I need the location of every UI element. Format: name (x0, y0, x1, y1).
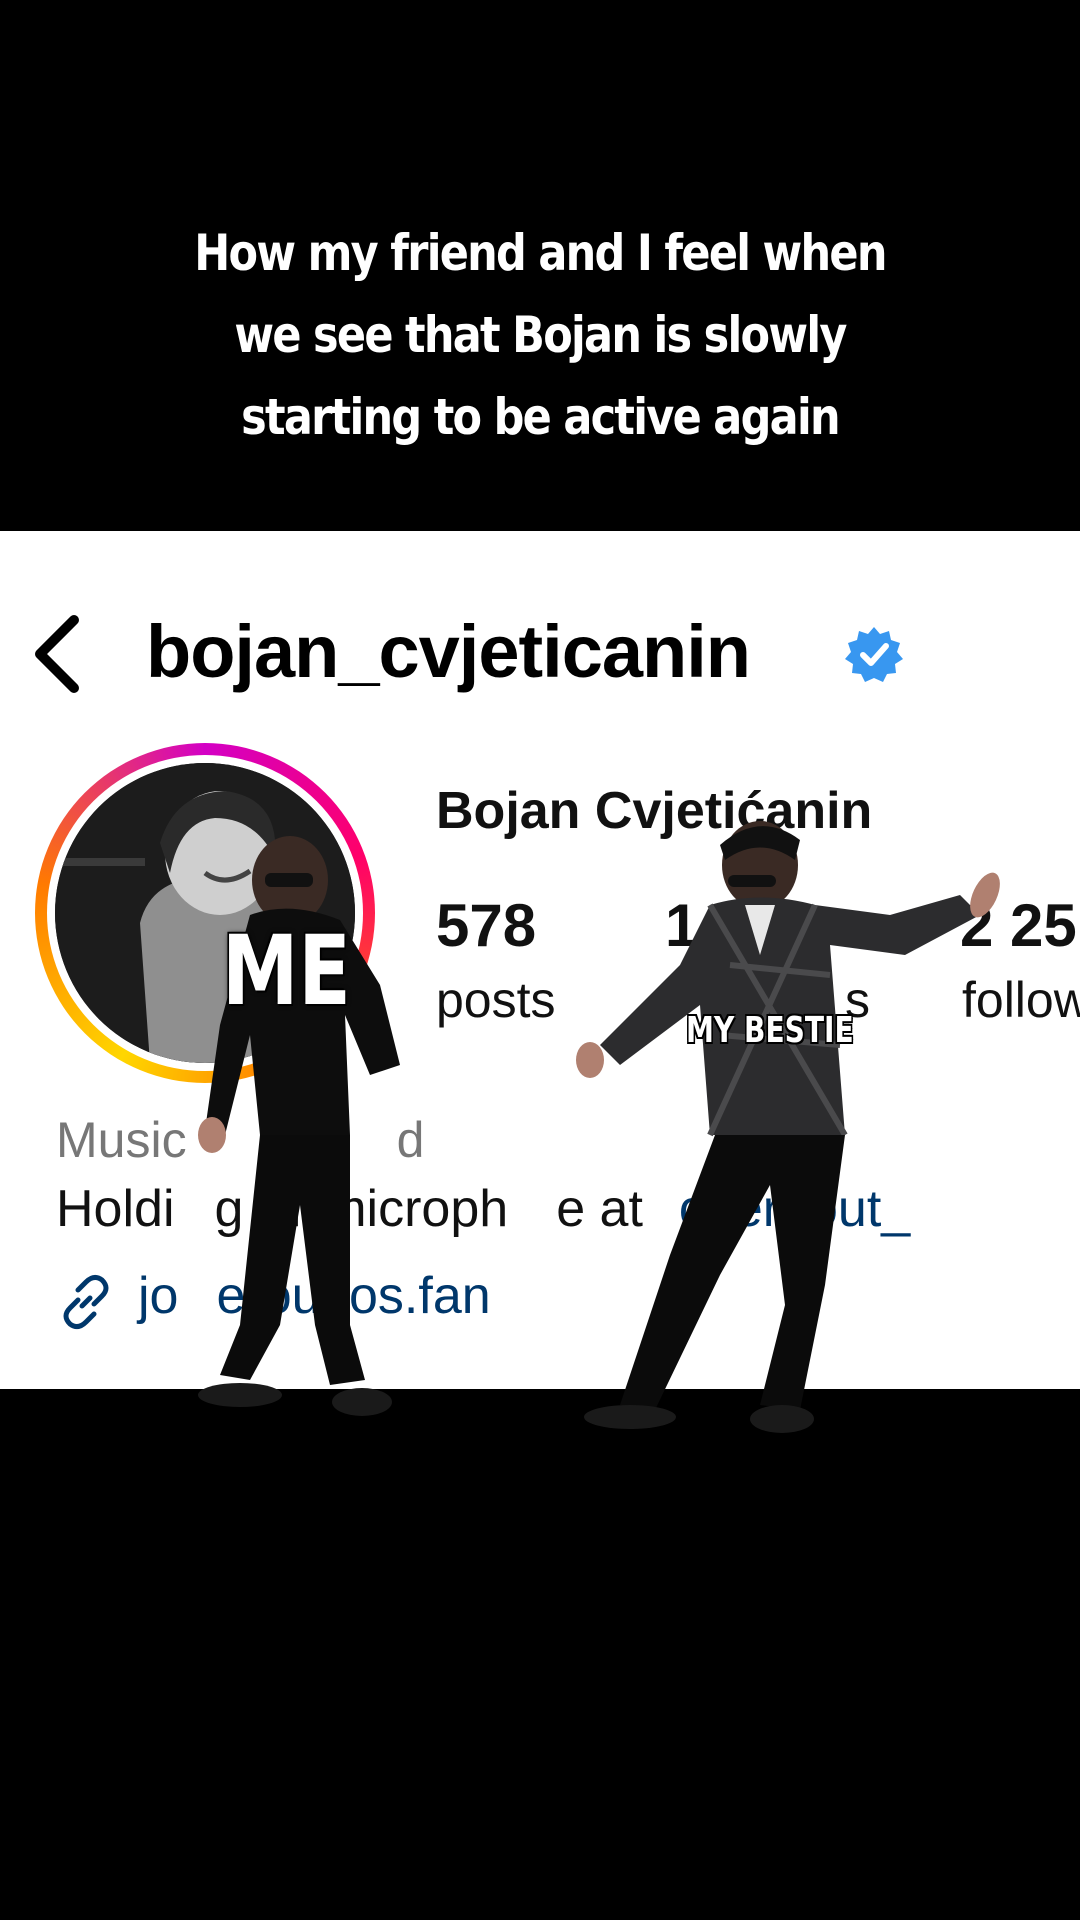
profile-username: bojan_cvjeticanin (146, 610, 751, 693)
dancer-bestie (576, 821, 1000, 1433)
caption-line-1: How my friend and I feel when (194, 224, 887, 282)
meme-caption: How my friend and I feel when we see tha… (153, 212, 927, 458)
chevron-left-icon[interactable] (30, 614, 84, 694)
posts-label[interactable]: posts (436, 971, 556, 1029)
caption-line-2: we see that Bojan is slowly (234, 306, 847, 364)
posts-count[interactable]: 578 (436, 891, 536, 960)
overlay-label-bestie: MY BESTIE (686, 1010, 854, 1051)
overlay-label-me: ME (222, 915, 351, 1027)
verified-badge-icon (845, 627, 903, 682)
caption-line-3: starting to be active again (241, 388, 840, 446)
dancer-me (198, 836, 400, 1416)
